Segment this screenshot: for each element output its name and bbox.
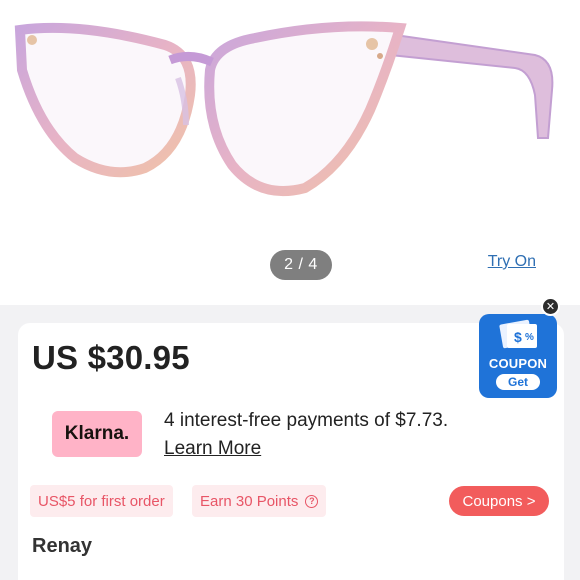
svg-text:$: $	[514, 329, 522, 345]
coupon-get-button[interactable]: Get	[496, 374, 540, 390]
cat-eye-glasses-image	[14, 21, 554, 196]
earn-points-label: Earn 30 Points	[200, 492, 299, 510]
learn-more-link[interactable]: Learn More	[164, 435, 261, 463]
product-name: Renay	[32, 535, 93, 557]
earn-points-tag[interactable]: Earn 30 Points ?	[192, 485, 327, 517]
close-icon[interactable]: ✕	[541, 297, 560, 316]
product-price: US $30.95	[32, 339, 190, 376]
coupons-button[interactable]: Coupons >	[449, 486, 549, 516]
klarna-logo: Klarna.	[52, 411, 142, 457]
coupon-ticket-icon: $ %	[499, 319, 537, 349]
coupon-floating-widget[interactable]: $ % COUPON Get	[479, 314, 557, 398]
coupon-label: COUPON	[488, 356, 548, 371]
klarna-installments: 4 interest-free payments of $7.73. Learn…	[164, 407, 448, 463]
klarna-installments-text: 4 interest-free payments of $7.73.	[164, 410, 449, 431]
image-pager: 2 / 4	[270, 250, 332, 280]
help-icon[interactable]: ?	[305, 494, 319, 508]
first-order-promo-tag: US$5 for first order	[30, 485, 173, 517]
first-order-promo-label: US$5 for first order	[38, 492, 165, 510]
try-on-link[interactable]: Try On	[488, 253, 536, 271]
svg-text:%: %	[525, 332, 534, 343]
product-page: 2 / 4 Try On US $30.95 Klarna. 4 interes…	[0, 0, 580, 580]
product-image-gallery[interactable]: 2 / 4 Try On	[0, 0, 580, 305]
